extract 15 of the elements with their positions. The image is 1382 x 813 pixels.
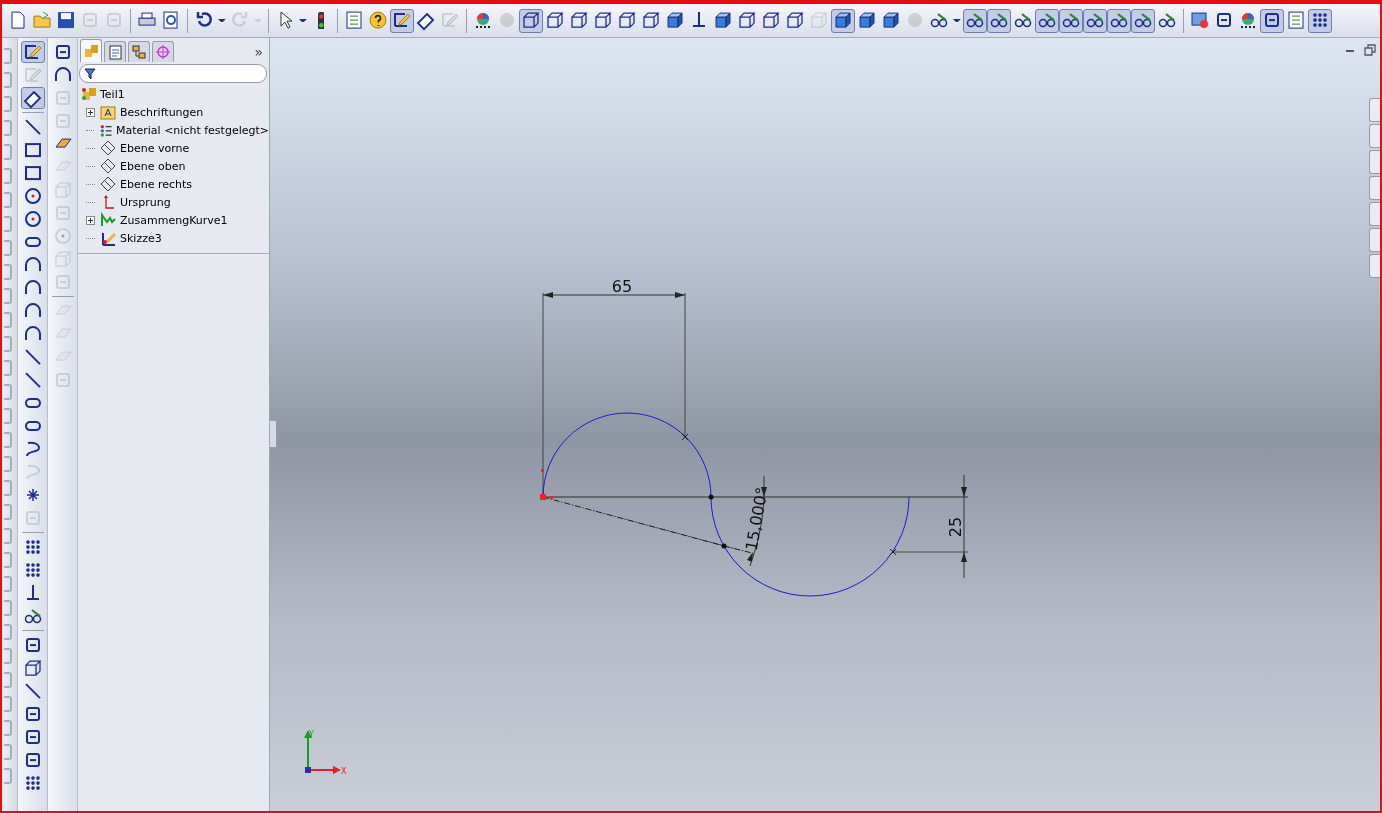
tree-item[interactable]: Ebene vorne (120, 141, 190, 155)
tree-item[interactable]: Beschriftungen (120, 105, 204, 119)
dimension-value[interactable]: 65 (611, 277, 633, 296)
axis-label: X (341, 767, 347, 776)
tree-item[interactable]: ZusammengKurve1 (120, 213, 228, 227)
tree-item[interactable]: Teil1 (100, 87, 125, 101)
tree-item[interactable]: Material <nicht festgelegt> (115, 123, 269, 137)
tree-item[interactable]: Skizze3 (120, 231, 162, 245)
dimension-value[interactable]: 15,000° (741, 485, 772, 553)
tree-item[interactable]: Ebene oben (120, 159, 186, 173)
tree-item[interactable]: Ursprung (120, 195, 171, 209)
axis-label: Y (309, 730, 314, 739)
more-tabs-button[interactable]: » (254, 44, 263, 60)
dimension-value[interactable]: 25 (946, 516, 965, 538)
tree-item[interactable]: Ebene rechts (120, 177, 193, 191)
